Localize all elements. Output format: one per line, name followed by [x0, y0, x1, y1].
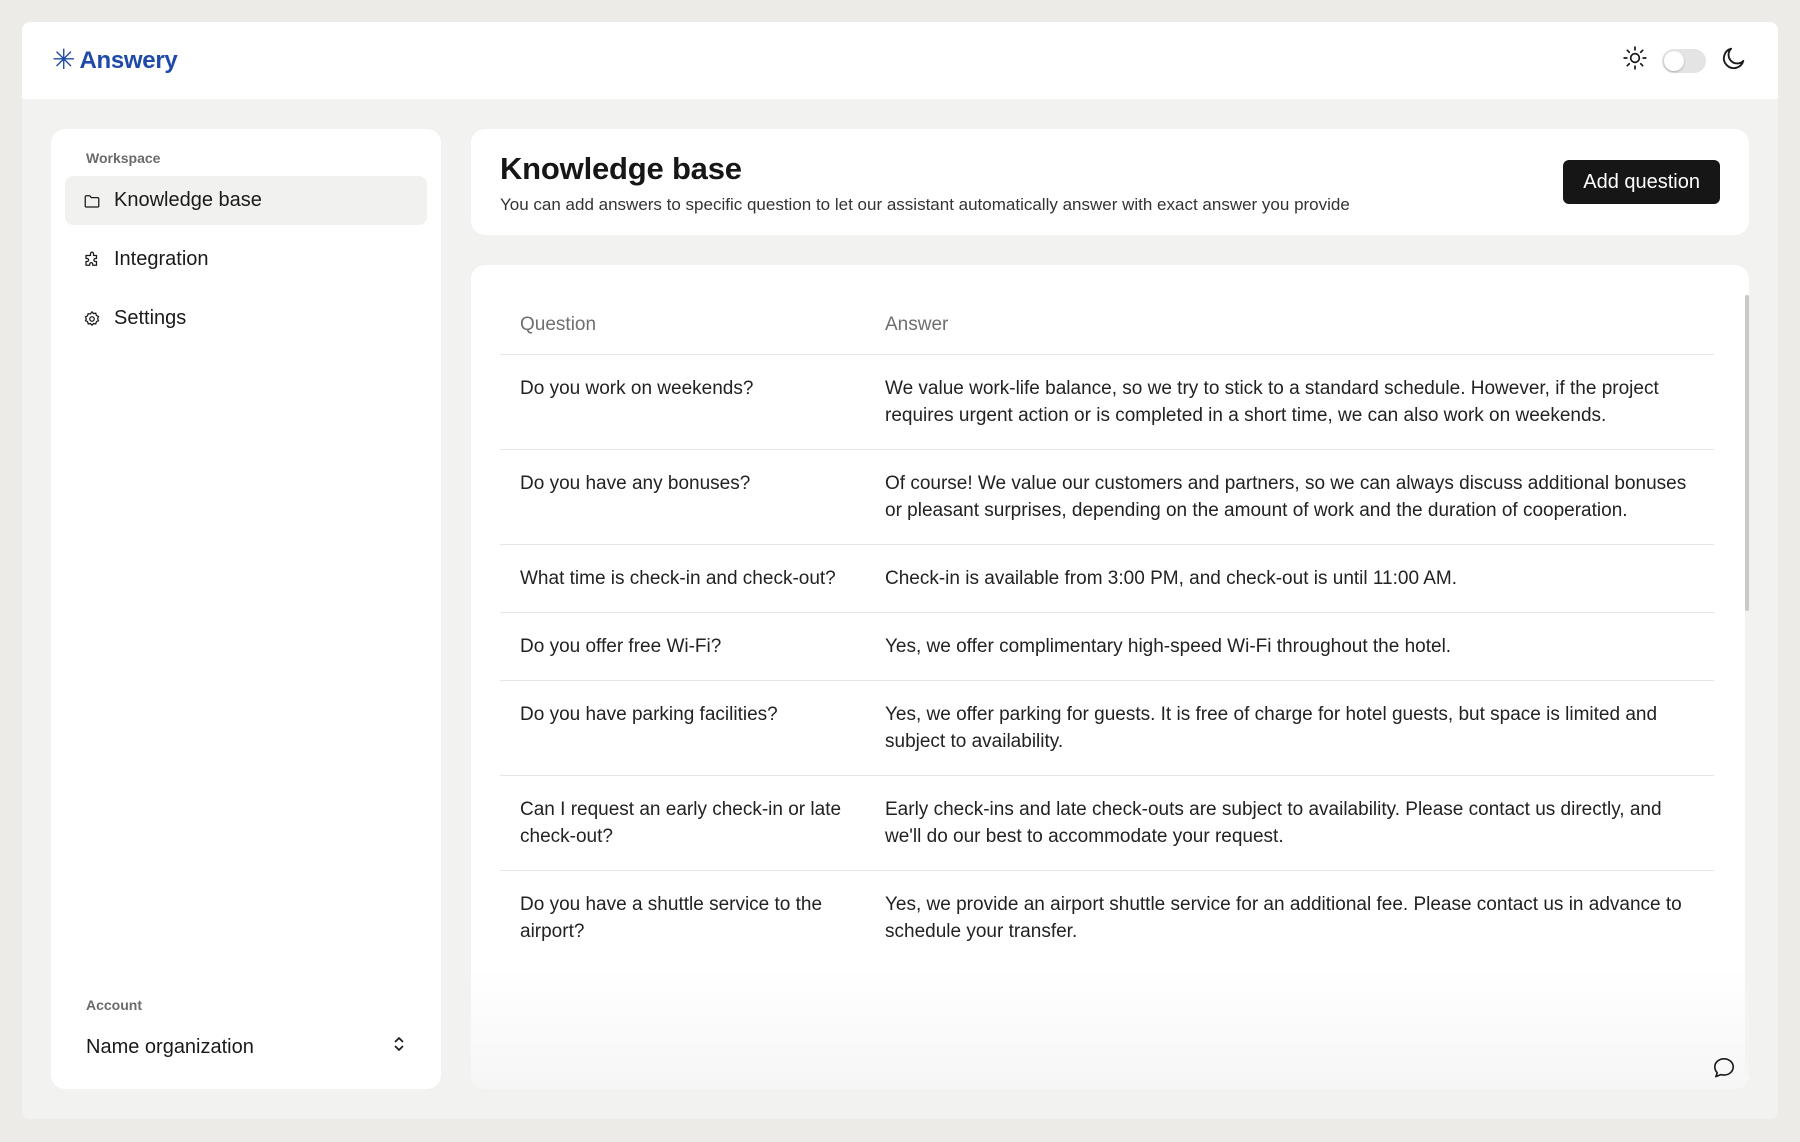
column-header-question: Question [520, 314, 597, 335]
toggle-knob [1664, 50, 1684, 71]
table-container: Question Answer Do you work on weekends?… [500, 293, 1714, 965]
answer-cell: Check-in is available from 3:00 PM, and … [865, 544, 1714, 613]
question-cell: What time is check-in and check-out? [500, 544, 865, 613]
bottom-fade [471, 969, 1749, 1089]
table-row[interactable]: Do you have parking facilities? Yes, we … [500, 680, 1714, 776]
account-label: Account [86, 997, 142, 1013]
page-header: Knowledge base You can add answers to sp… [471, 129, 1749, 235]
asterisk-logo-icon: ✳ [52, 43, 76, 75]
app-window: ✳ Answery Workspace Knowledge base Integ… [22, 22, 1778, 1119]
knowledge-table-card: Question Answer Do you work on weekends?… [471, 265, 1749, 1089]
question-cell: Do you work on weekends? [500, 354, 865, 450]
folder-icon [82, 191, 102, 211]
sidebar-item-label: Settings [114, 307, 187, 329]
question-cell: Do you have a shuttle service to the air… [500, 870, 865, 965]
sidebar-item-label: Integration [114, 248, 209, 270]
organization-name: Name organization [86, 1035, 254, 1058]
page-title: Knowledge base [500, 151, 742, 186]
theme-switcher [1622, 44, 1748, 77]
knowledge-table: Question Answer Do you work on weekends?… [500, 293, 1714, 965]
scrollbar-thumb[interactable] [1745, 295, 1749, 611]
table-row[interactable]: Can I request an early check-in or late … [500, 775, 1714, 871]
chat-bubble-icon[interactable] [1711, 1055, 1737, 1081]
table-row[interactable]: Do you have a shuttle service to the air… [500, 870, 1714, 965]
answer-cell: Early check-ins and late check-outs are … [865, 775, 1714, 871]
table-row[interactable]: Do you have any bonuses? Of course! We v… [500, 449, 1714, 545]
chevron-up-down-icon [392, 1035, 406, 1059]
add-question-button[interactable]: Add question [1563, 160, 1720, 204]
sidebar-item-integration[interactable]: Integration [65, 235, 427, 284]
question-cell: Do you have any bonuses? [500, 449, 865, 545]
sidebar-item-knowledge-base[interactable]: Knowledge base [65, 176, 427, 225]
question-cell: Do you have parking facilities? [500, 680, 865, 776]
sidebar-item-label: Knowledge base [114, 189, 262, 211]
answer-cell: We value work-life balance, so we try to… [865, 354, 1714, 450]
organization-selector[interactable]: Name organization [51, 1035, 441, 1059]
page-subtitle: You can add answers to specific question… [500, 195, 1350, 214]
table-row[interactable]: What time is check-in and check-out? Che… [500, 544, 1714, 613]
brand-logo[interactable]: ✳ Answery [52, 43, 178, 75]
question-cell: Can I request an early check-in or late … [500, 775, 865, 871]
moon-icon[interactable] [1720, 44, 1748, 77]
workspace-label: Workspace [86, 150, 161, 166]
table-row[interactable]: Do you offer free Wi-Fi? Yes, we offer c… [500, 612, 1714, 681]
brand-name: Answery [79, 46, 178, 74]
answer-cell: Yes, we offer parking for guests. It is … [865, 680, 1714, 776]
account-section: Account Name organization [51, 997, 441, 1059]
question-cell: Do you offer free Wi-Fi? [500, 612, 865, 681]
column-header-answer: Answer [885, 314, 949, 335]
table-header-row: Question Answer [500, 293, 1714, 355]
sidebar: Workspace Knowledge base Integration Set… [51, 129, 441, 1089]
sidebar-item-settings[interactable]: Settings [65, 294, 427, 343]
gear-icon [82, 309, 102, 329]
sidebar-nav: Knowledge base Integration Settings [51, 176, 441, 343]
puzzle-icon [82, 250, 102, 270]
theme-toggle[interactable] [1662, 48, 1706, 73]
top-bar: ✳ Answery [22, 22, 1778, 99]
answer-cell: Of course! We value our customers and pa… [865, 449, 1714, 545]
answer-cell: Yes, we offer complimentary high-speed W… [865, 612, 1714, 681]
answer-cell: Yes, we provide an airport shuttle servi… [865, 870, 1714, 965]
sun-icon[interactable] [1622, 45, 1648, 76]
table-row[interactable]: Do you work on weekends? We value work-l… [500, 354, 1714, 450]
